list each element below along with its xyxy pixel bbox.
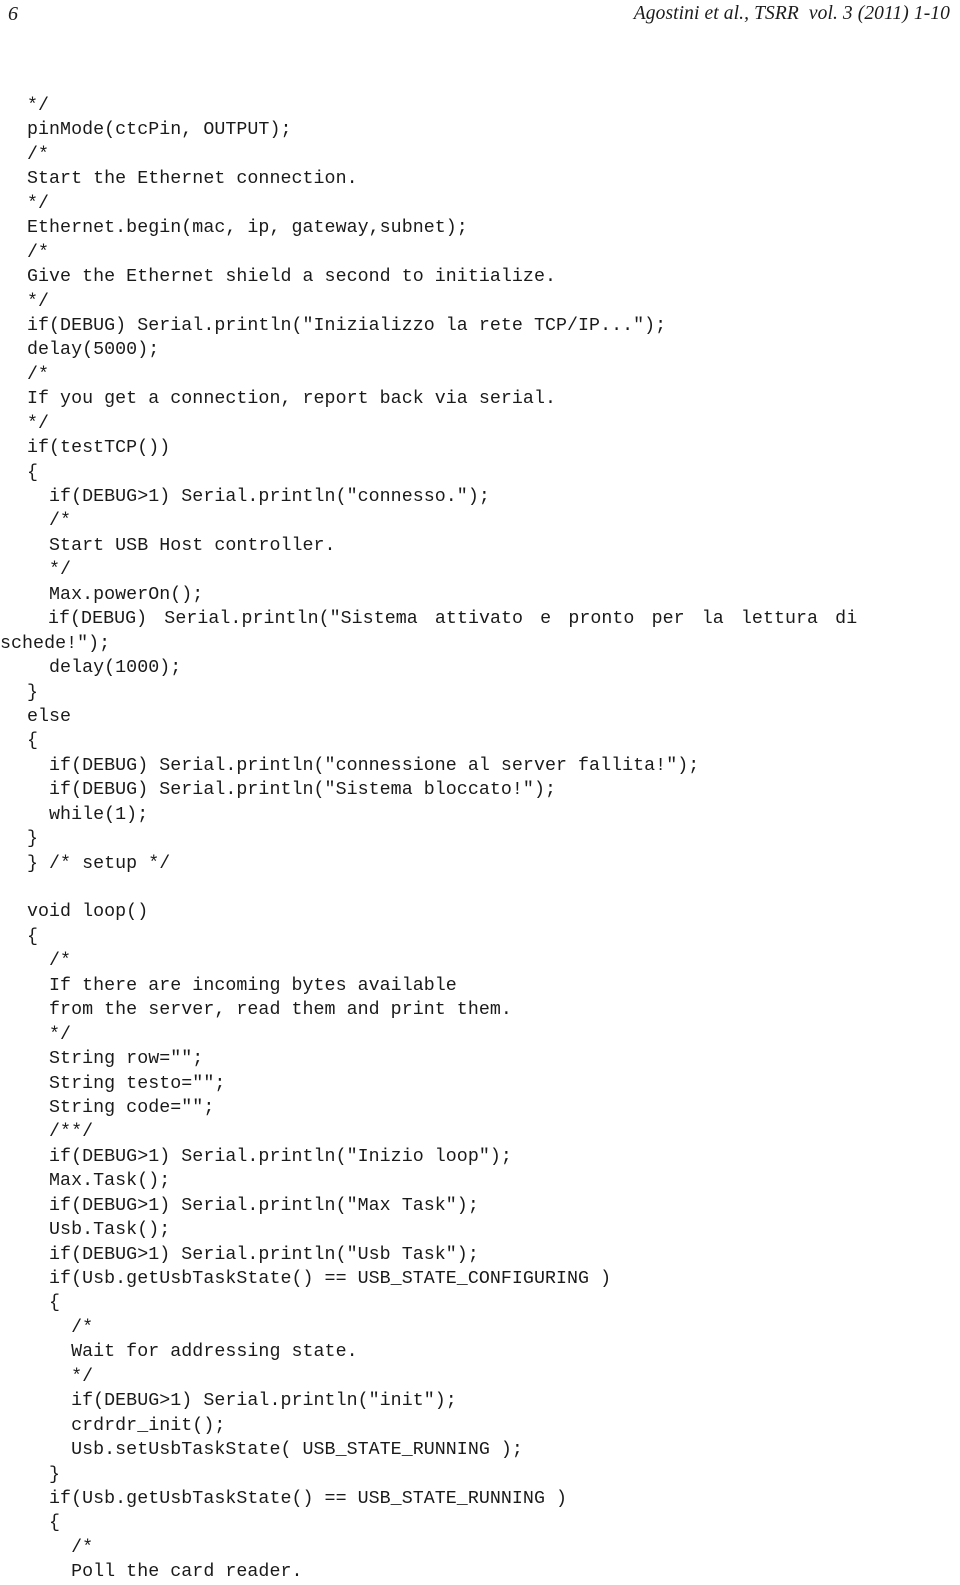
code-line: { [27, 731, 39, 752]
code-line: schede!"); [0, 633, 111, 654]
code-line: { [27, 1513, 61, 1534]
code-line: if(DEBUG>1) Serial.println("init"); [27, 1391, 457, 1412]
code-line: Max.Task(); [27, 1171, 171, 1192]
code-line: if(DEBUG) Serial.println("connessione al… [27, 755, 700, 776]
code-line: Usb.Task(); [27, 1220, 171, 1241]
code-line: if(DEBUG>1) Serial.println("Usb Task"); [27, 1244, 479, 1265]
code-line: */ [27, 560, 72, 581]
code-line: if(DEBUG) Serial.println("Sistema blocca… [27, 780, 556, 801]
code-line: } [27, 682, 39, 703]
code-line: if(DEBUG>1) Serial.println("Inizio loop"… [27, 1146, 512, 1167]
code-line: Usb.setUsbTaskState( USB_STATE_RUNNING )… [27, 1440, 523, 1461]
code-line: void loop() [27, 902, 149, 923]
code-line: /**/ [27, 1122, 94, 1143]
code-line: } [27, 829, 39, 850]
code-line: If there are incoming bytes available [27, 975, 457, 996]
code-line: */ [27, 1024, 72, 1045]
code-line: delay(1000); [27, 658, 182, 679]
code-line: if(DEBUG>1) Serial.println("connesso."); [27, 487, 490, 507]
code-line: if(Usb.getUsbTaskState() == USB_STATE_CO… [27, 1269, 612, 1289]
code-line: { [27, 1293, 61, 1314]
code-line: { [27, 462, 39, 483]
code-line: if(DEBUG) Serial.println("Sistema attiva… [48, 609, 858, 630]
code-line: */ [27, 413, 50, 434]
code-line: Start the Ethernet connection. [27, 169, 358, 190]
code-line: /* [27, 144, 50, 165]
code-line: String testo=""; [27, 1073, 226, 1094]
code-line: if(DEBUG) Serial.println("Inizializzo la… [27, 315, 667, 336]
code-line: /* [27, 364, 50, 385]
code-line: */ [27, 96, 50, 116]
code-line: Max.powerOn(); [27, 584, 204, 605]
code-listing: */ pinMode(ctcPin, OUTPUT); /* Start the Et… [0, 94, 960, 1585]
code-line: } /* setup */ [27, 853, 171, 874]
code-line: Poll the card reader. [27, 1562, 303, 1583]
code-line: /* [27, 1317, 94, 1338]
code-line: */ [27, 291, 50, 312]
code-line: /* [27, 511, 72, 532]
code-line: pinMode(ctcPin, OUTPUT); [27, 120, 292, 141]
code-line: String code=""; [27, 1097, 215, 1118]
code-line: Ethernet.begin(mac, ip, gateway,subnet); [27, 218, 468, 239]
code-line: Start USB Host controller. [27, 535, 336, 556]
code-line: /* [27, 1537, 94, 1558]
code-line: if(testTCP()) [27, 438, 171, 459]
code-line: */ [27, 1366, 94, 1387]
page-number: 6 [8, 3, 19, 25]
code-line: /* [27, 951, 72, 972]
code-line: delay(5000); [27, 340, 160, 361]
code-line: if(Usb.getUsbTaskState() == USB_STATE_RU… [27, 1488, 568, 1509]
code-line: from the server, read them and print the… [27, 1000, 512, 1021]
code-line: Give the Ethernet shield a second to ini… [27, 267, 556, 288]
code-line: if(DEBUG>1) Serial.println("Max Task"); [27, 1195, 479, 1216]
code-line: Wait for addressing state. [27, 1342, 358, 1363]
code-line: */ [27, 193, 50, 214]
code-line: String row=""; [27, 1049, 204, 1070]
code-line: } [27, 1464, 61, 1485]
page-header: 6 Agostini et al., TSRR vol. 3 (2011) 1-… [0, 0, 960, 36]
code-line: while(1); [27, 804, 149, 825]
code-line: /* [27, 242, 50, 263]
running-head-title: Agostini et al., TSRR vol. 3 (2011) 1-10 [633, 3, 950, 24]
code-line: If you get a connection, report back via… [27, 389, 556, 410]
code-line: { [27, 926, 39, 947]
code-line: else [27, 706, 72, 727]
code-line: crdrdr_init(); [27, 1415, 226, 1436]
